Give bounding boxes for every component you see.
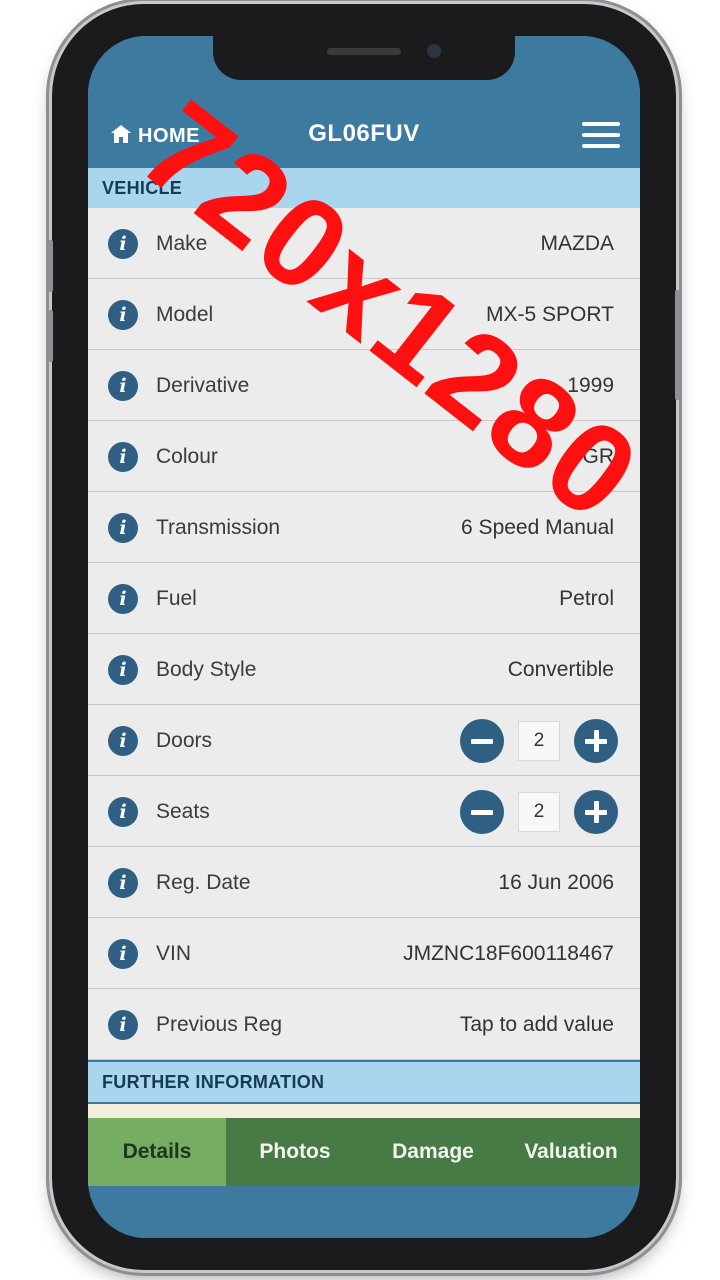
app-screen: HOME GL06FUV VEHICLE i Make MAZDA i Mode… [88,36,640,1238]
phone-notch [213,36,515,80]
seats-stepper: 2 [460,789,618,835]
info-icon[interactable]: i [108,229,138,259]
row-value: 6 Speed Manual [461,516,614,539]
info-icon[interactable]: i [108,1010,138,1040]
detail-row-previous-reg[interactable]: i Previous Reg Tap to add value [88,989,640,1060]
volume-down-button [48,310,53,362]
row-label: Previous Reg [156,1013,283,1036]
row-label: Body Style [156,658,257,681]
row-label: Reg. Date [156,871,251,894]
vehicle-section-header: VEHICLE [88,168,640,208]
row-value: 1999 [567,374,614,397]
doors-value[interactable]: 2 [518,721,560,761]
tab-damage[interactable]: Damage [364,1118,502,1186]
row-label: Doors [156,729,213,752]
detail-row-body-style[interactable]: i Body Style Convertible [88,634,640,705]
info-icon[interactable]: i [108,797,138,827]
bottom-tab-bar: Details Photos Damage Valuation [88,1118,640,1186]
detail-row-fuel[interactable]: i Fuel Petrol [88,563,640,634]
row-label: Fuel [156,587,197,610]
doors-increment-button[interactable] [574,719,618,763]
speaker-grille [327,48,401,55]
doors-stepper: 2 [460,718,618,764]
further-information-header: FURTHER INFORMATION [88,1062,640,1102]
info-icon[interactable]: i [108,726,138,756]
vehicle-details-list: i Make MAZDA i Model MX-5 SPORT i Deriva… [88,208,640,1060]
info-icon[interactable]: i [108,371,138,401]
row-value: MAZDA [540,232,615,255]
info-icon[interactable]: i [108,939,138,969]
row-label: Colour [156,445,218,468]
detail-row-transmission[interactable]: i Transmission 6 Speed Manual [88,492,640,563]
info-icon[interactable]: i [108,655,138,685]
content-strip [88,1104,640,1118]
bottom-safe-area [88,1186,640,1238]
row-value: 16 Jun 2006 [498,871,614,894]
row-value: Tap to add value [459,1013,614,1036]
front-camera [427,44,441,58]
seats-decrement-button[interactable] [460,790,504,834]
tab-photos[interactable]: Photos [226,1118,364,1186]
row-value: Convertible [507,658,614,681]
info-icon[interactable]: i [108,868,138,898]
power-button [675,290,680,400]
detail-row-make[interactable]: i Make MAZDA [88,208,640,279]
hamburger-menu-icon[interactable] [582,120,622,150]
row-label: VIN [156,942,192,965]
row-label: Derivative [156,374,250,397]
detail-row-colour[interactable]: i Colour GR [88,421,640,492]
detail-row-reg-date[interactable]: i Reg. Date 16 Jun 2006 [88,847,640,918]
row-label: Transmission [156,516,281,539]
detail-row-derivative[interactable]: i Derivative 1999 [88,350,640,421]
info-icon[interactable]: i [108,442,138,472]
detail-row-doors: i Doors 2 [88,705,640,776]
detail-row-model[interactable]: i Model MX-5 SPORT [88,279,640,350]
seats-increment-button[interactable] [574,790,618,834]
row-label: Seats [156,800,210,823]
tab-valuation[interactable]: Valuation [502,1118,640,1186]
info-icon[interactable]: i [108,300,138,330]
row-value: MX-5 SPORT [486,303,614,326]
row-value: JMZNC18F600118467 [403,942,614,965]
row-label: Make [156,232,208,255]
page-title: GL06FUV [308,120,420,147]
detail-row-vin[interactable]: i VIN JMZNC18F600118467 [88,918,640,989]
detail-row-seats: i Seats 2 [88,776,640,847]
doors-decrement-button[interactable] [460,719,504,763]
row-value: GR [582,445,615,468]
info-icon[interactable]: i [108,513,138,543]
seats-value[interactable]: 2 [518,792,560,832]
row-label: Model [156,303,214,326]
row-value: Petrol [559,587,614,610]
volume-up-button [48,240,53,292]
info-icon[interactable]: i [108,584,138,614]
tab-details[interactable]: Details [88,1118,226,1186]
